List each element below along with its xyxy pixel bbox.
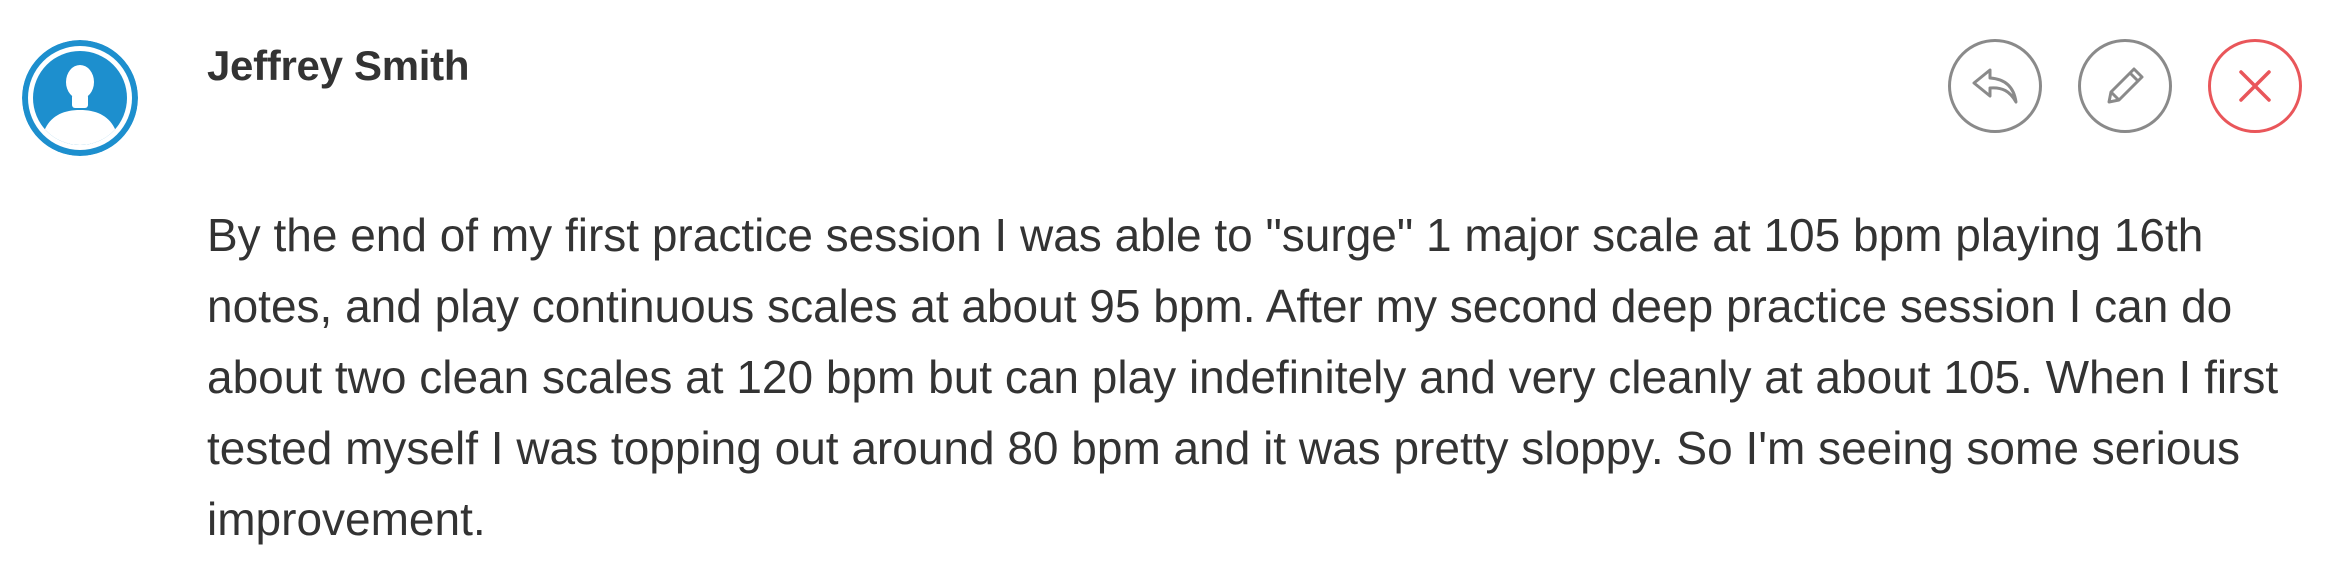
comment-card: Jeffrey Smith By the end of my first pra… (0, 0, 2332, 566)
edit-button[interactable] (2078, 39, 2172, 133)
reply-button[interactable] (1948, 39, 2042, 133)
comment-text: By the end of my first practice session … (207, 209, 2279, 545)
comment-actions (1948, 39, 2308, 139)
reply-icon (1972, 68, 2018, 104)
author-name[interactable]: Jeffrey Smith (207, 42, 470, 90)
delete-button[interactable] (2208, 39, 2302, 133)
user-silhouette-icon (22, 40, 138, 156)
avatar[interactable] (22, 40, 138, 156)
close-icon (2239, 70, 2271, 102)
pencil-icon (2107, 67, 2144, 104)
